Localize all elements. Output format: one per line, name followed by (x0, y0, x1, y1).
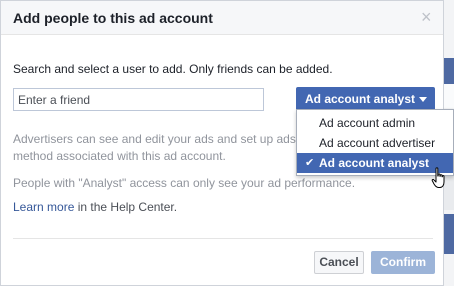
close-icon[interactable]: × (421, 8, 432, 26)
menu-item-analyst[interactable]: ✔ Ad account analyst (297, 153, 453, 173)
menu-item-label: Ad account analyst (319, 156, 430, 170)
help-text: Learn more in the Help Center. (13, 200, 177, 214)
learn-more-link[interactable]: Learn more (13, 200, 74, 214)
friend-search-input[interactable] (13, 88, 264, 111)
hand-pointer-icon (431, 167, 445, 188)
confirm-button[interactable]: Confirm (371, 251, 435, 274)
menu-item-advertiser[interactable]: Ad account advertiser (297, 133, 453, 153)
menu-item-label: Ad account admin (319, 116, 416, 130)
role-select-label: Ad account analyst (305, 92, 416, 106)
dialog-title: Add people to this ad account (13, 10, 213, 26)
cancel-button[interactable]: Cancel (314, 251, 364, 274)
analyst-description: People with "Analyst" access can only se… (13, 176, 356, 190)
role-dropdown-menu: Ad account admin Ad account advertiser ✔… (296, 109, 454, 176)
chevron-down-icon (419, 97, 427, 102)
role-select-button[interactable]: Ad account analyst (296, 87, 435, 111)
help-suffix: in the Help Center. (74, 200, 178, 214)
dialog-header: Add people to this ad account × (1, 1, 443, 35)
advertiser-description: Advertisers can see and edit your ads an… (13, 132, 296, 146)
checkmark-icon: ✔ (305, 157, 315, 169)
footer-divider (13, 238, 433, 239)
intro-text: Search and select a user to add. Only fr… (13, 62, 333, 76)
menu-item-admin[interactable]: Ad account admin (297, 113, 453, 133)
menu-item-label: Ad account advertiser (319, 136, 436, 150)
advertiser-description-cont: method associated with this ad account. (13, 149, 226, 163)
